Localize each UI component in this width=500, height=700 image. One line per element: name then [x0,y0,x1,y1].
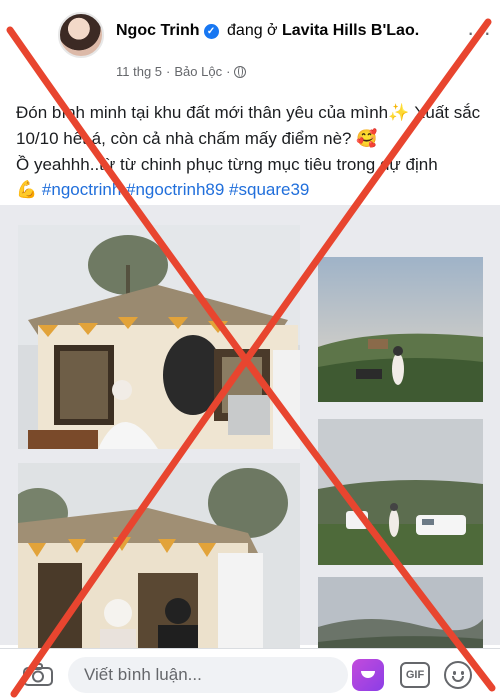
post-caption: Đón bình minh tại khu đất mới thân yêu c… [16,100,486,203]
location-name[interactable]: Lavita Hills B'Lao. [282,22,419,39]
flex-emoji: 💪 [16,180,38,200]
post-header: Ngoc Trinh ✓ đang ở Lavita Hills B'Lao. 1… [0,0,500,90]
comment-input[interactable] [68,657,348,693]
caption-line-1: Đón bình minh tại khu đất mới thân yêu c… [16,103,389,122]
avatar[interactable] [58,12,104,58]
avatar-sticker-icon[interactable] [352,659,384,691]
photo-camper-vans[interactable] [318,419,483,565]
gif-icon[interactable]: GIF [400,662,430,688]
caption-line-2: Ồ yeahhh..từ từ chinh phục từng mục tiêu… [16,155,438,174]
post-date[interactable]: 11 thg 5 [116,64,162,79]
more-options-button[interactable]: ··· [467,22,492,44]
photo-tent-couple[interactable] [18,463,300,653]
blush-emoji: 🥰 [356,129,378,149]
emoji-icon[interactable] [444,661,472,689]
sparkle-emoji: ✨ [388,103,410,123]
post-place: Bảo Lộc [174,64,223,79]
hashtags[interactable]: #ngoctrinh #ngoctrinh89 #square39 [42,180,309,199]
meta-separator: · [166,64,171,79]
camera-icon[interactable] [22,663,54,687]
post-meta: 11 thg 5 · Bảo Lộc · [116,64,247,79]
photo-grey-hills[interactable] [318,577,483,657]
photo-hillside-morning[interactable] [318,257,483,402]
author-line: Ngoc Trinh ✓ đang ở Lavita Hills B'Lao. [116,20,446,42]
meta-separator: · [226,64,231,79]
verified-badge-icon: ✓ [203,24,219,39]
globe-icon [234,65,247,78]
comment-bar: GIF [0,648,500,700]
photo-grid [0,205,500,657]
author-name[interactable]: Ngoc Trinh [116,22,200,39]
location-prefix: đang ở [227,22,278,39]
photo-tent-woman[interactable] [18,225,300,449]
